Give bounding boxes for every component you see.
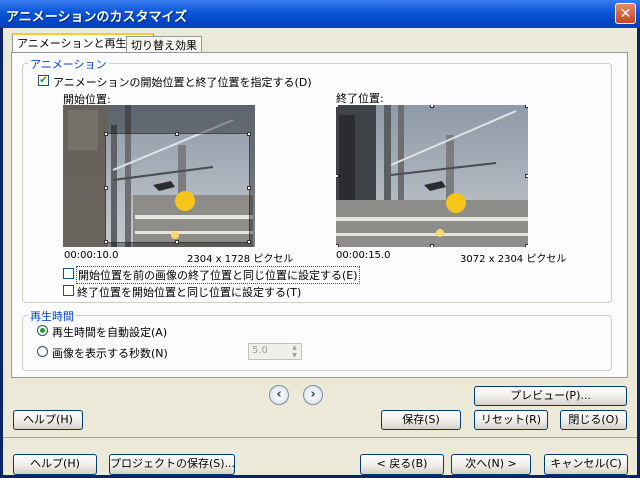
same-as-previous-checkbox[interactable] [63,268,74,279]
specify-positions-label[interactable]: アニメーションの開始位置と終了位置を指定する(D) [53,74,312,90]
save-button[interactable]: 保存(S) [381,410,461,430]
start-image-size: 2304 x 1728 ピクセル [187,254,294,265]
end-same-as-start-checkbox[interactable] [63,285,74,296]
reset-button[interactable]: リセット(R) [474,410,548,430]
end-position-image[interactable] [336,105,528,247]
preview-button[interactable]: プレビュー(P)... [474,386,627,406]
stepper-up-icon[interactable]: ▲ [289,344,300,351]
end-time: 00:00:15.0 [336,250,391,261]
specify-positions-checkbox[interactable]: ✔ [38,75,49,86]
start-time: 00:00:10.0 [64,250,119,261]
auto-duration-radio[interactable] [37,325,48,336]
manual-seconds-radio[interactable] [37,346,48,357]
footer-divider [3,437,637,438]
end-same-as-start-label[interactable]: 終了位置を開始位置と同じ位置に設定する(T) [77,284,301,300]
seconds-value: 5.0 [252,345,268,356]
save-project-button[interactable]: プロジェクトの保存(S)... [109,454,235,475]
close-button[interactable]: 閉じる(O) [560,410,627,430]
back-button[interactable]: < 戻る(B) [360,454,444,475]
end-image-size: 3072 x 2304 ピクセル [460,254,567,265]
same-as-previous-label[interactable]: 開始位置を前の画像の終了位置と同じ位置に設定する(E) [76,266,360,284]
chevron-left-icon[interactable]: ‹ [269,385,289,405]
start-position-image[interactable] [63,105,255,247]
panel-help-button[interactable]: ヘルプ(H) [13,410,83,430]
end-position-heading: 終了位置: [336,92,384,105]
playback-group-legend: 再生時間 [28,308,76,324]
manual-seconds-label[interactable]: 画像を表示する秒数(N) [52,345,168,361]
seconds-stepper[interactable]: 5.0 ▲ ▼ [248,343,302,360]
cancel-button[interactable]: キャンセル(C) [544,454,628,475]
next-button[interactable]: 次へ(N) > [451,454,531,475]
window-title: アニメーションのカスタマイズ [6,10,188,25]
auto-duration-label[interactable]: 再生時間を自動設定(A) [52,324,167,340]
wizard-help-button[interactable]: ヘルプ(H) [13,454,97,475]
chevron-right-icon[interactable]: › [303,385,323,405]
close-window-button[interactable]: ✕ [615,3,636,24]
animation-group-legend: アニメーション [28,56,109,72]
stepper-down-icon[interactable]: ▼ [289,352,300,359]
